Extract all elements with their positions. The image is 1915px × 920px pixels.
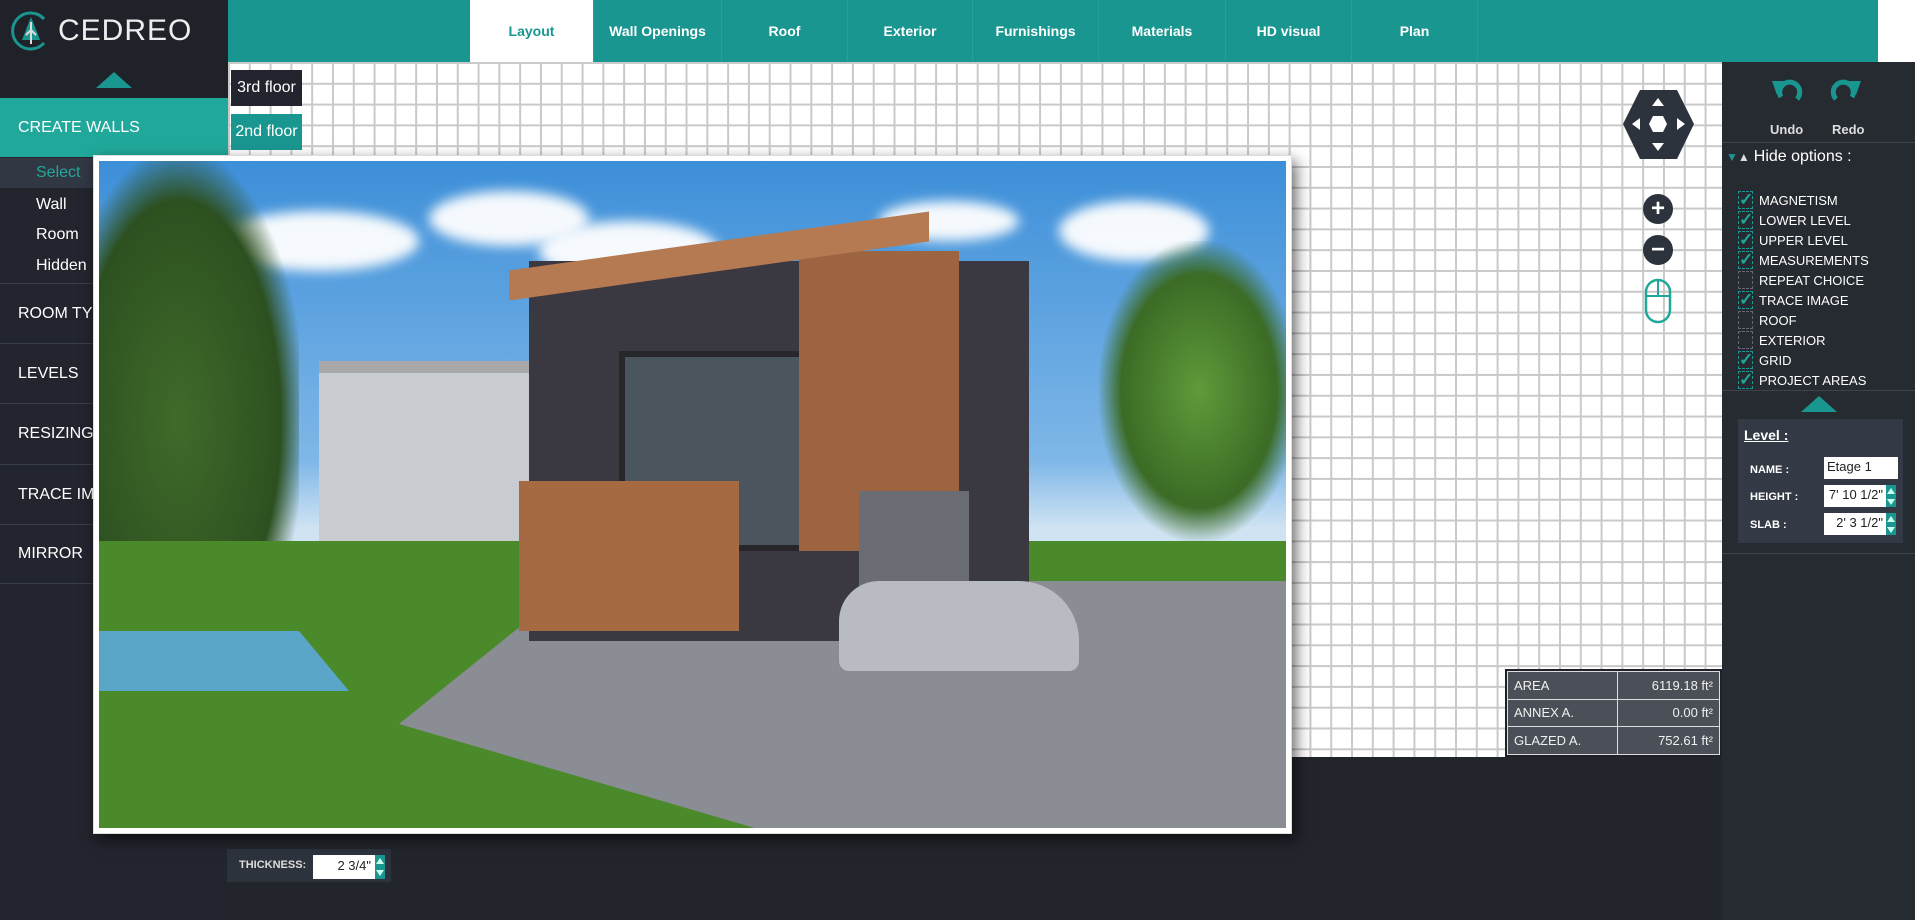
checkbox[interactable]: ✓ [1738, 351, 1753, 369]
triangle-up-icon [1801, 396, 1837, 412]
checkbox[interactable]: ✓ [1738, 211, 1753, 229]
mouse-icon [1644, 278, 1672, 324]
triangle-up-icon [96, 72, 132, 88]
checkbox[interactable] [1738, 311, 1753, 329]
arrow-down-icon[interactable] [1887, 526, 1895, 533]
stats-value: 752.61 ft² [1617, 726, 1720, 755]
option-label: PROJECT AREAS [1759, 372, 1867, 388]
tab-layout[interactable]: Layout [470, 0, 594, 62]
tab-roof[interactable]: Roof [722, 0, 848, 62]
option-label: EXTERIOR [1759, 332, 1826, 348]
checkbox[interactable] [1738, 271, 1753, 289]
stats-label: GLAZED A. [1506, 726, 1619, 755]
divider [1722, 553, 1915, 554]
option-label: REPEAT CHOICE [1759, 272, 1864, 288]
tab-plan[interactable]: Plan [1352, 0, 1478, 62]
thickness-label: THICKNESS: [239, 859, 307, 871]
thickness-spinner[interactable] [375, 855, 385, 879]
undo-button[interactable]: Undo [1770, 122, 1803, 137]
option-project-areas[interactable]: ✓ PROJECT AREAS [1738, 370, 1866, 390]
checkbox[interactable]: ✓ [1738, 371, 1753, 389]
arrow-down-icon[interactable] [376, 870, 384, 876]
redo-button[interactable]: Redo [1832, 122, 1865, 137]
name-label: NAME : [1750, 464, 1790, 476]
level-panel: Level : NAME : Etage 1 HEIGHT : 7' 10 1/… [1738, 419, 1903, 543]
checkbox[interactable] [1738, 331, 1753, 349]
pan-navigation-control[interactable] [1622, 88, 1695, 161]
level-title: Level : [1744, 427, 1789, 443]
option-label: UPPER LEVEL [1759, 232, 1848, 248]
logo[interactable]: CEDREO [0, 0, 228, 62]
redo-icon[interactable] [1828, 75, 1862, 105]
divider [1722, 142, 1915, 143]
option-grid[interactable]: ✓ GRID [1738, 350, 1792, 370]
option-label: GRID [1759, 352, 1792, 368]
option-label: MAGNETISM [1759, 192, 1838, 208]
option-roof[interactable]: ROOF [1738, 310, 1797, 330]
thickness-input[interactable]: 2 3/4" [313, 855, 375, 879]
level-slab-input[interactable]: 2' 3 1/2" [1824, 513, 1886, 535]
tab-bar: Layout Wall Openings Roof Exterior Furni… [228, 0, 1878, 62]
hide-options-toggle[interactable]: ▼ ▲ Hide options : [1726, 148, 1852, 166]
stats-value: 0.00 ft² [1617, 698, 1720, 728]
floor-button-3rd[interactable]: 3rd floor [231, 70, 302, 106]
tab-hd-visual[interactable]: HD visual [1226, 0, 1352, 62]
stats-row: AREA 6119.18 ft² [1506, 671, 1720, 700]
option-label: MEASUREMENTS [1759, 252, 1869, 268]
tab-materials[interactable]: Materials [1099, 0, 1226, 62]
brand-name: CEDREO [58, 14, 193, 47]
stats-label: AREA [1506, 671, 1619, 700]
option-trace-image[interactable]: ✓ TRACE IMAGE [1738, 290, 1849, 310]
sidebar-item-create-walls[interactable]: CREATE WALLS [0, 98, 228, 157]
checkbox[interactable]: ✓ [1738, 191, 1753, 209]
tab-wall-openings[interactable]: Wall Openings [594, 0, 722, 62]
height-label: HEIGHT : [1750, 491, 1799, 503]
option-label: LOWER LEVEL [1759, 212, 1851, 228]
arrow-up-icon[interactable] [1887, 487, 1895, 494]
slab-spinner[interactable] [1886, 513, 1896, 535]
stats-label: ANNEX A. [1506, 698, 1619, 728]
tab-exterior[interactable]: Exterior [848, 0, 973, 62]
zoom-in-button[interactable]: + [1643, 194, 1673, 224]
level-name-input[interactable]: Etage 1 [1824, 457, 1898, 479]
thickness-control: THICKNESS: 2 3/4" [227, 849, 391, 882]
option-magnetism[interactable]: ✓ MAGNETISM [1738, 190, 1838, 210]
rendered-house-image [99, 161, 1286, 828]
level-height-input[interactable]: 7' 10 1/2" [1824, 485, 1886, 507]
collapse-options-button[interactable] [1801, 396, 1837, 412]
floor-button-2nd[interactable]: 2nd floor [231, 114, 302, 150]
slab-label: SLAB : [1750, 519, 1787, 531]
height-spinner[interactable] [1886, 485, 1896, 507]
option-exterior[interactable]: EXTERIOR [1738, 330, 1825, 350]
option-label: ROOF [1759, 312, 1797, 328]
triangle-down-icon: ▼ [1726, 150, 1738, 164]
option-measurements[interactable]: ✓ MEASUREMENTS [1738, 250, 1869, 270]
hd-render-preview[interactable] [93, 155, 1292, 834]
option-label: TRACE IMAGE [1759, 292, 1849, 308]
option-upper-level[interactable]: ✓ UPPER LEVEL [1738, 230, 1848, 250]
checkbox[interactable]: ✓ [1738, 291, 1753, 309]
zoom-out-button[interactable]: − [1643, 235, 1673, 265]
checkbox[interactable]: ✓ [1738, 251, 1753, 269]
stats-value: 6119.18 ft² [1617, 671, 1720, 700]
arrow-down-icon[interactable] [1887, 498, 1895, 505]
stats-row: ANNEX A. 0.00 ft² [1506, 698, 1720, 728]
tab-furnishings[interactable]: Furnishings [973, 0, 1099, 62]
option-repeat-choice[interactable]: REPEAT CHOICE [1738, 270, 1864, 290]
arrow-up-icon[interactable] [1887, 515, 1895, 522]
undo-icon[interactable] [1771, 75, 1805, 105]
hide-options-title: Hide options : [1753, 148, 1852, 165]
checkbox[interactable]: ✓ [1738, 231, 1753, 249]
arrow-up-icon[interactable] [376, 858, 384, 864]
triangle-up-icon: ▲ [1737, 150, 1750, 164]
cedreo-tree-icon [11, 11, 46, 51]
project-areas-table: AREA 6119.18 ft² ANNEX A. 0.00 ft² GLAZED … [1505, 669, 1722, 757]
option-lower-level[interactable]: ✓ LOWER LEVEL [1738, 210, 1851, 230]
sidebar-collapse-button[interactable] [0, 62, 228, 98]
divider [1722, 390, 1915, 391]
stats-row: GLAZED A. 752.61 ft² [1506, 726, 1720, 755]
